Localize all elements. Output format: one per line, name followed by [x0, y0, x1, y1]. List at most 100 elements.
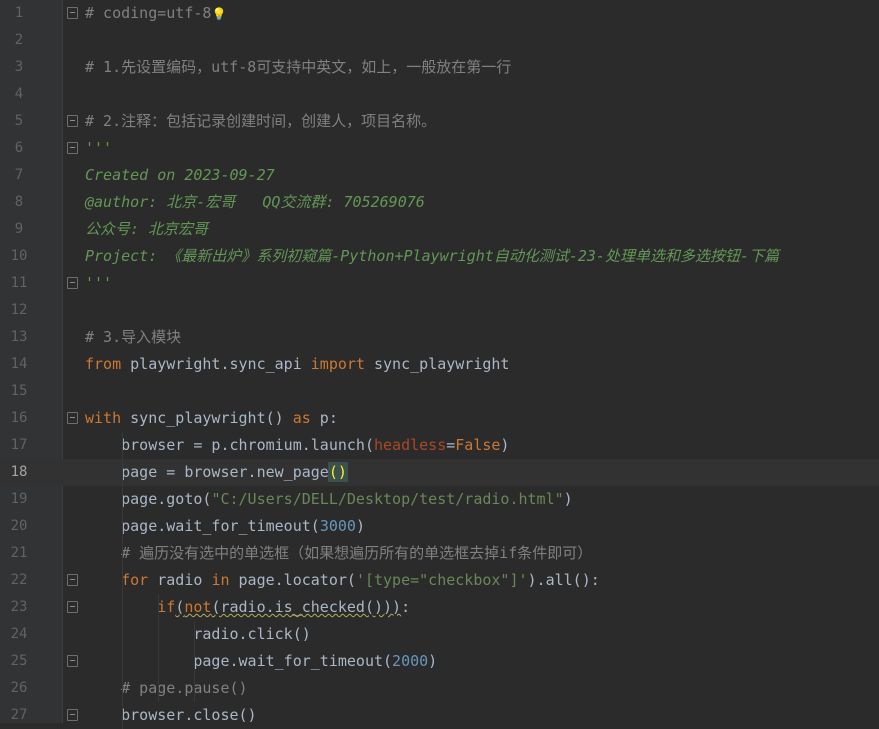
code-line[interactable]: 21 # 遍历没有选中的单选框（如果想遍历所有的单选框去掉if条件即可） [0, 540, 879, 567]
code-editor[interactable]: 1 # coding=utf-8💡 2 3 # 1.先设置编码，utf-8可支持中英文，… [0, 0, 879, 729]
line-number: 24 [10, 626, 28, 642]
text-caret [346, 464, 348, 481]
code-token: = [446, 436, 456, 454]
code-line[interactable]: 22 for radio in page.locator('[type="che… [0, 567, 879, 594]
fold-marker-icon[interactable] [67, 412, 78, 424]
code-token: (radio.is_checked())) [211, 598, 402, 616]
code-token: import [310, 355, 365, 373]
line-number: 21 [10, 545, 28, 561]
code-line[interactable]: 5 # 2.注释：包括记录创建时间，创建人，项目名称。 [0, 108, 879, 135]
code-text: @author: 北京-宏哥 QQ交流群: 705269076 [85, 189, 425, 216]
code-line[interactable]: 11 ''' [0, 270, 879, 297]
code-token: ) [500, 436, 510, 454]
code-token: as [292, 409, 311, 427]
code-token: not [184, 598, 212, 616]
code-line[interactable]: 16 with sync_playwright() as p: [0, 405, 879, 432]
fold-marker-icon[interactable] [67, 709, 78, 721]
code-text: page.goto("C:/Users/DELL/Desktop/test/ra… [85, 486, 573, 513]
code-text: page.wait_for_timeout(3000) [85, 513, 365, 540]
code-token: 3000 [319, 517, 356, 535]
fold-marker-icon[interactable] [67, 7, 78, 19]
line-number: 15 [10, 383, 28, 399]
code-text: # 3.导入模块 [85, 324, 181, 351]
code-line[interactable]: 13 # 3.导入模块 [0, 324, 879, 351]
line-number: 4 [14, 86, 24, 102]
code-line[interactable]: 1 # coding=utf-8💡 [0, 0, 879, 27]
code-line[interactable]: 6 ''' [0, 135, 879, 162]
code-line[interactable]: 4 [0, 81, 879, 108]
code-token: # coding=utf-8 [85, 4, 212, 22]
code-line[interactable]: 7 Created on 2023-09-27 [0, 162, 879, 189]
code-token: ''' [85, 274, 113, 292]
code-text: Project: 《最新出炉》系列初窥篇-Python+Playwright自动… [85, 243, 779, 270]
code-text: for radio in page.locator('[type="checkb… [85, 567, 600, 594]
line-number: 12 [10, 302, 28, 318]
code-line[interactable]: 17 browser = p.chromium.launch(headless=… [0, 432, 879, 459]
code-line[interactable]: 8 @author: 北京-宏哥 QQ交流群: 705269076 [0, 189, 879, 216]
fold-marker-icon[interactable] [67, 601, 78, 613]
code-token: page.wait_for_timeout( [85, 652, 393, 670]
code-line[interactable]: 14 from playwright.sync_api import sync_p… [0, 351, 879, 378]
code-line[interactable]: 20 page.wait_for_timeout(3000) [0, 513, 879, 540]
code-token: 2000 [392, 652, 429, 670]
code-token: False [455, 436, 501, 454]
code-token: ( [175, 598, 185, 616]
code-text: radio.click() [85, 621, 311, 648]
fold-marker-icon[interactable] [67, 574, 78, 586]
code-token: ) [428, 652, 438, 670]
code-text: if(not(radio.is_checked())): [85, 594, 410, 621]
code-token: playwright.sync_api [121, 355, 311, 373]
line-number: 9 [14, 221, 24, 237]
code-token: "C:/Users/DELL/Desktop/test/radio.html" [211, 490, 564, 508]
code-line[interactable]: 27 browser.close() [0, 702, 879, 729]
fold-marker-icon[interactable] [67, 277, 78, 289]
code-line[interactable]: 12 [0, 297, 879, 324]
code-text: ''' [85, 135, 112, 162]
code-text: Created on 2023-09-27 [85, 162, 275, 189]
code-token: radio.click() [85, 625, 311, 643]
line-number: 22 [10, 572, 28, 588]
code-text: page.wait_for_timeout(2000) [85, 648, 437, 675]
code-token: page.wait_for_timeout( [85, 517, 320, 535]
line-number: 11 [10, 275, 28, 291]
code-line[interactable]: 9 公众号: 北京宏哥 [0, 216, 879, 243]
bulb-icon[interactable]: 💡 [211, 7, 226, 21]
code-line[interactable]: 25 page.wait_for_timeout(2000) [0, 648, 879, 675]
line-number: 16 [10, 410, 28, 426]
code-token: # page.pause() [85, 679, 248, 697]
code-token: p: [310, 409, 338, 427]
code-text: browser.close() [85, 702, 257, 729]
code-line[interactable]: 24 radio.click() [0, 621, 879, 648]
code-line[interactable]: 26 # page.pause() [0, 675, 879, 702]
code-line[interactable]: 2 [0, 27, 879, 54]
code-token: browser.close() [85, 706, 257, 724]
code-line[interactable]: 15 [0, 378, 879, 405]
line-number: 23 [10, 599, 28, 615]
fold-marker-icon[interactable] [67, 115, 78, 127]
line-number: 3 [14, 59, 24, 75]
code-token: for [121, 571, 149, 589]
indent-guide [122, 432, 123, 729]
code-line[interactable]: 23 if(not(radio.is_checked())): [0, 594, 879, 621]
line-number: 1 [14, 5, 24, 21]
code-line[interactable]: 19 page.goto("C:/Users/DELL/Desktop/test… [0, 486, 879, 513]
code-text: # 1.先设置编码，utf-8可支持中英文，如上，一般放在第一行 [85, 54, 511, 81]
code-line[interactable]: 3 # 1.先设置编码，utf-8可支持中英文，如上，一般放在第一行 [0, 54, 879, 81]
line-number: 26 [10, 680, 28, 696]
line-number: 17 [10, 437, 28, 453]
code-token: Created on 2023-09-27 [85, 166, 275, 184]
line-number: 5 [14, 113, 24, 129]
fold-marker-icon[interactable] [67, 142, 78, 154]
code-token: radio [148, 571, 212, 589]
fold-marker-icon[interactable] [67, 655, 78, 667]
code-text: ''' [85, 270, 112, 297]
code-text: with sync_playwright() as p: [85, 405, 338, 432]
code-line[interactable]: 10 Project: 《最新出炉》系列初窥篇-Python+Playwright… [0, 243, 879, 270]
code-token: # 2.注释：包括记录创建时间，创建人，项目名称。 [85, 112, 437, 130]
line-number: 13 [10, 329, 28, 345]
code-token: headless [373, 436, 447, 454]
indent-guide [158, 594, 159, 702]
line-number: 19 [10, 491, 28, 507]
code-line[interactable]: 18 page = browser.new_page() [0, 459, 879, 486]
